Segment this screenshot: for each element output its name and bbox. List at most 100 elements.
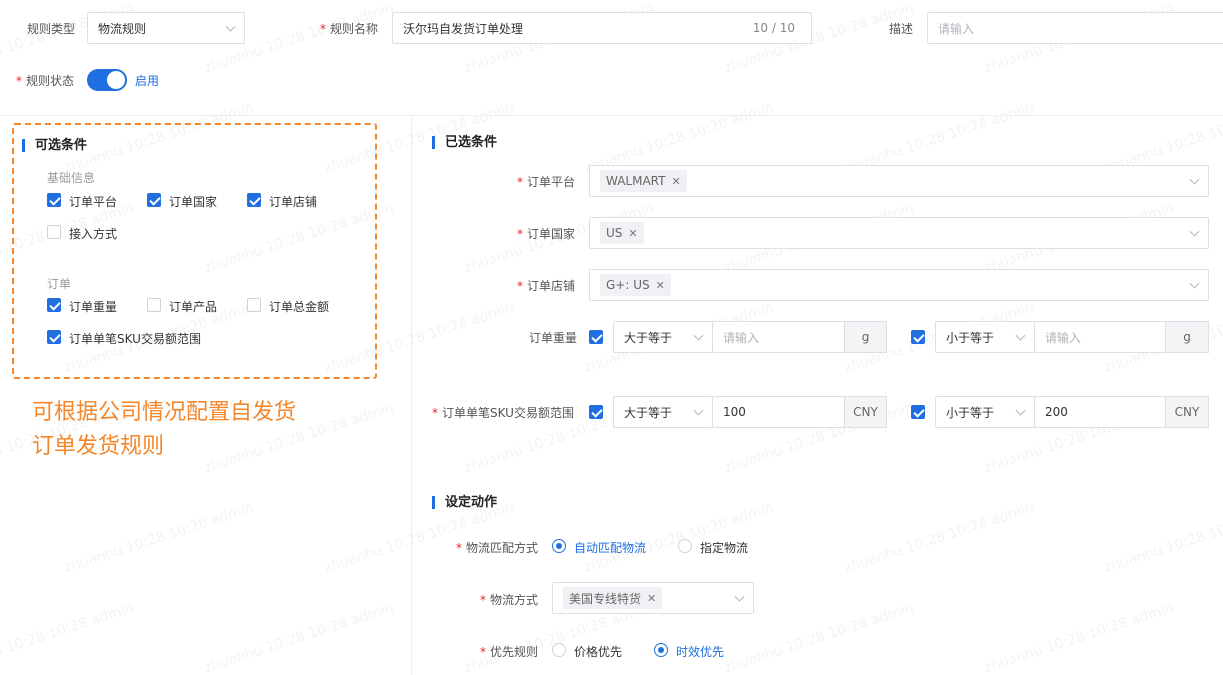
sku-op1-value: 大于等于 xyxy=(624,405,673,420)
weight-op2-select[interactable]: 小于等于 xyxy=(935,321,1035,353)
checkbox-label: 订单国家 xyxy=(169,195,218,209)
priority-label: * 优先规则 xyxy=(480,645,539,659)
chevron-down-icon xyxy=(693,405,704,416)
sku-op2-select[interactable]: 小于等于 xyxy=(935,396,1035,428)
sku-min-value: 100 xyxy=(723,405,746,419)
rule-type-label: 规则类型 xyxy=(27,22,76,36)
priority-price-radio[interactable] xyxy=(552,643,566,657)
close-icon[interactable]: ✕ xyxy=(656,279,665,292)
desc-input[interactable]: 请输入 xyxy=(927,12,1223,44)
match-specify-radio[interactable] xyxy=(678,539,692,553)
watermark-text: zhuanhu 10:28 10:28 admin xyxy=(322,499,516,577)
checkbox-order-total[interactable] xyxy=(247,298,261,312)
desc-label: 描述 xyxy=(889,22,914,36)
sku-max-input[interactable]: 200 xyxy=(1034,396,1166,428)
annotation-line-2: 订单发货规则 xyxy=(32,434,165,459)
weight-min-checkbox[interactable] xyxy=(589,330,603,344)
checkbox-order-country[interactable] xyxy=(147,193,161,207)
weight-op1-value: 大于等于 xyxy=(624,330,673,345)
checkbox-label: 订单重量 xyxy=(69,300,118,314)
weight-max-unit: g xyxy=(1165,321,1209,353)
match-auto-radio[interactable] xyxy=(552,539,566,553)
watermark-text: zhuanhu 10:28 10:28 admin xyxy=(202,599,396,675)
watermark-text: zhuanhu 10:28 10:28 admin xyxy=(62,499,256,577)
close-icon[interactable]: ✕ xyxy=(671,175,680,188)
country-select[interactable]: US ✕ xyxy=(589,217,1209,249)
checkbox-label: 订单总金额 xyxy=(269,300,330,314)
watermark-text: zhuanhu 10:28 10:28 admin xyxy=(582,499,776,577)
store-select[interactable]: G+: US ✕ xyxy=(589,269,1209,301)
method-select[interactable]: 美国专线特货 ✕ xyxy=(552,582,754,614)
toggle-knob xyxy=(107,71,125,89)
checkbox-label: 接入方式 xyxy=(69,227,118,241)
watermark-text: zhuanhu 10:28 10:28 admin xyxy=(1102,500,1223,577)
sku-op1-select[interactable]: 大于等于 xyxy=(613,396,713,428)
platform-tag: WALMART ✕ xyxy=(600,170,687,192)
platform-select[interactable]: WALMART ✕ xyxy=(589,165,1209,197)
chevron-down-icon xyxy=(225,21,236,32)
weight-min-input[interactable]: 请输入 xyxy=(712,321,845,353)
chevron-down-icon xyxy=(1015,330,1026,341)
rule-name-input[interactable]: 沃尔玛自发货订单处理 10 / 10 xyxy=(392,12,812,44)
checkbox-order-weight[interactable] xyxy=(47,298,61,312)
sku-max-unit: CNY xyxy=(1165,396,1209,428)
close-icon[interactable]: ✕ xyxy=(647,592,656,605)
status-label: * 规则状态 xyxy=(16,74,75,88)
weight-min-unit: g xyxy=(844,321,887,353)
match-specify-label: 指定物流 xyxy=(700,541,749,555)
match-auto-label: 自动匹配物流 xyxy=(574,541,647,555)
column-divider xyxy=(411,116,412,675)
chevron-down-icon xyxy=(693,330,704,341)
optional-conditions-title: 可选条件 xyxy=(22,139,87,152)
platform-label: * 订单平台 xyxy=(517,175,576,189)
sku-min-input[interactable]: 100 xyxy=(712,396,845,428)
annotation-text: 可根据公司情况配置自发货 订单发货规则 xyxy=(32,396,296,464)
weight-max-placeholder: 请输入 xyxy=(1045,330,1082,345)
store-tag: G+: US ✕ xyxy=(600,274,671,296)
checkbox-order-product[interactable] xyxy=(147,298,161,312)
actions-title: 设定动作 xyxy=(432,496,497,509)
chevron-down-icon xyxy=(1189,278,1200,289)
method-label: * 物流方式 xyxy=(480,593,539,607)
chevron-down-icon xyxy=(734,591,745,602)
sku-op2-value: 小于等于 xyxy=(946,405,995,420)
sku-max-value: 200 xyxy=(1045,405,1068,419)
method-tag: 美国专线特货 ✕ xyxy=(563,587,663,609)
group-basic-title: 基础信息 xyxy=(47,171,96,185)
rule-name-label: * 规则名称 xyxy=(320,22,379,36)
rule-type-value: 物流规则 xyxy=(98,21,147,36)
sku-min-unit: CNY xyxy=(844,396,887,428)
weight-max-checkbox[interactable] xyxy=(911,330,925,344)
sku-max-checkbox[interactable] xyxy=(911,405,925,419)
weight-label: 订单重量 xyxy=(529,331,578,345)
group-order-title: 订单 xyxy=(47,277,72,291)
priority-time-label: 时效优先 xyxy=(676,645,725,659)
weight-op1-select[interactable]: 大于等于 xyxy=(613,321,713,353)
annotation-line-1: 可根据公司情况配置自发货 xyxy=(32,400,297,425)
checkbox-label: 订单产品 xyxy=(169,300,218,314)
status-toggle[interactable] xyxy=(87,69,127,91)
checkbox-order-store[interactable] xyxy=(247,193,261,207)
chevron-down-icon xyxy=(1189,174,1200,185)
country-label: * 订单国家 xyxy=(517,227,576,241)
checkbox-label: 订单单笔SKU交易额范围 xyxy=(69,332,201,346)
status-value: 启用 xyxy=(135,74,160,88)
checkbox-label: 订单店铺 xyxy=(269,195,318,209)
rule-type-select[interactable]: 物流规则 xyxy=(87,12,245,44)
chevron-down-icon xyxy=(1189,226,1200,237)
sku-min-checkbox[interactable] xyxy=(589,405,603,419)
rule-name-counter: 10 / 10 xyxy=(752,21,795,35)
watermark-text: zhuanhu 10:28 10:28 admin xyxy=(842,499,1036,577)
chevron-down-icon xyxy=(1015,405,1026,416)
watermark-text: zhuanhu 10:28 10:28 admin xyxy=(0,599,136,675)
weight-max-input[interactable]: 请输入 xyxy=(1034,321,1166,353)
selected-conditions-title: 已选条件 xyxy=(432,136,497,149)
checkbox-order-platform[interactable] xyxy=(47,193,61,207)
country-tag: US ✕ xyxy=(600,222,644,244)
close-icon[interactable]: ✕ xyxy=(628,227,637,240)
checkbox-access-method[interactable] xyxy=(47,225,61,239)
checkbox-sku-range[interactable] xyxy=(47,330,61,344)
priority-time-radio[interactable] xyxy=(654,643,668,657)
watermark-text: zhuanhu 10:28 10:28 admin xyxy=(982,599,1176,675)
store-label: * 订单店铺 xyxy=(517,279,576,293)
